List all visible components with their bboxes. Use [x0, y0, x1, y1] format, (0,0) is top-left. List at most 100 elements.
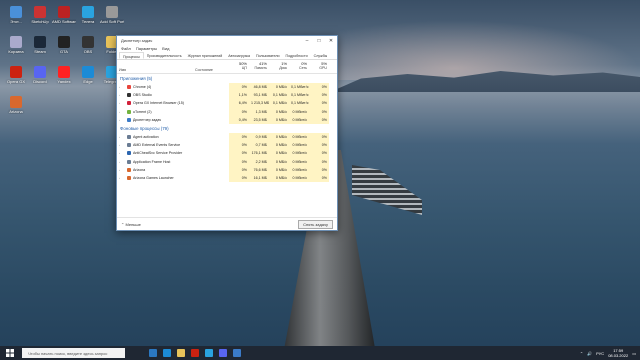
opera-icon[interactable]	[191, 349, 199, 357]
wallpaper-sky-glow	[330, 20, 640, 80]
tab-details[interactable]: Подробности	[283, 52, 311, 59]
header-cpu[interactable]: 50% ЦП	[229, 60, 249, 73]
desktop-icon[interactable]: SketchUp	[28, 6, 52, 24]
language-indicator[interactable]: РУС	[596, 351, 604, 356]
desktop-icon[interactable]: GTA	[52, 36, 76, 54]
process-icon	[127, 117, 131, 122]
expand-icon[interactable]: ›	[119, 85, 123, 89]
menu-file[interactable]: Файл	[121, 46, 131, 51]
desktop-icon[interactable]: Acid Soft Portable	[100, 6, 124, 24]
desktop-icon[interactable]: Этот...	[4, 6, 28, 24]
tab-performance[interactable]: Производительность	[144, 52, 185, 59]
tab-processes[interactable]: Процессы	[119, 52, 144, 59]
app-icon	[58, 36, 70, 48]
header-status[interactable]: Состояние	[193, 60, 229, 73]
desktop-icon[interactable]: Discord	[28, 66, 52, 84]
header-gpu[interactable]: 5% GPU	[309, 60, 329, 73]
tray-up-arrow-icon[interactable]: ⌃	[580, 351, 583, 356]
process-gpu: 0%	[309, 91, 329, 100]
process-disk: 0 МБ/с	[269, 83, 289, 92]
desktop-icon[interactable]: Arizona	[4, 96, 28, 114]
clock[interactable]: 17:59 08.03.2022	[608, 348, 628, 358]
discord-icon[interactable]	[219, 349, 227, 357]
close-icon[interactable]: ✕	[325, 38, 337, 44]
fewer-details-link[interactable]: Меньше	[125, 222, 140, 227]
process-gpu: 0%	[309, 132, 329, 142]
minimize-icon[interactable]: –	[301, 38, 313, 44]
tab-strip: Процессы Производительность Журнал прило…	[117, 52, 337, 60]
expand-icon[interactable]: ›	[119, 143, 123, 147]
desktop-icon[interactable]: Yandex	[52, 66, 76, 84]
process-memory: 2,2 МБ	[249, 157, 269, 166]
taskbar: Чтобы начать поиск, введите здесь запрос…	[0, 346, 640, 360]
desktop-icon[interactable]: Steam	[28, 36, 52, 54]
notifications-icon[interactable]: ▭	[632, 351, 636, 356]
tab-users[interactable]: Пользователи	[253, 52, 282, 59]
expand-icon[interactable]: ›	[119, 93, 123, 97]
process-network: 0 Мбит/с	[289, 149, 309, 158]
desktop-icon[interactable]: OBS	[76, 36, 100, 54]
desktop-icon-label: Discord	[33, 79, 47, 84]
expand-icon[interactable]: ›	[119, 151, 123, 155]
group-apps[interactable]: Приложения (5)	[117, 74, 337, 83]
expand-icon[interactable]: ›	[119, 101, 123, 105]
header-network[interactable]: 0% Сеть	[289, 60, 309, 73]
expand-icon[interactable]: ›	[119, 176, 123, 180]
process-row[interactable]: › OBS Studio 1,1% 93,1 МБ 0,1 МБ/с 0,1 Мбит/с…	[117, 91, 337, 100]
window-titlebar[interactable]: Диспетчер задач – □ ✕	[117, 36, 337, 45]
maximize-icon[interactable]: □	[313, 38, 325, 44]
tab-services[interactable]: Службы	[311, 52, 331, 59]
explorer-icon[interactable]	[177, 349, 185, 357]
task-view-icon[interactable]	[149, 349, 157, 357]
process-disk: 0 МБ/с	[269, 165, 289, 174]
desktop-icon[interactable]: Корзина	[4, 36, 28, 54]
app-icon	[34, 36, 46, 48]
expand-icon[interactable]: ›	[119, 160, 123, 164]
desktop-icon[interactable]: Edge	[76, 66, 100, 84]
process-row[interactable]: › AMD External Events Service 0% 0,7 МБ 0 МБ…	[117, 141, 337, 150]
column-headers: Имя Состояние 50% ЦП 41% Память 1% Диск 0% С…	[117, 60, 337, 74]
desktop-icon[interactable]: Телега	[76, 6, 100, 24]
expand-icon[interactable]: ›	[119, 168, 123, 172]
end-task-button[interactable]: Снять задачу	[298, 219, 333, 229]
process-disk: 0 МБ/с	[269, 157, 289, 166]
header-disk[interactable]: 1% Диск	[269, 60, 289, 73]
process-row[interactable]: › Arizona Games Launcher 0% 16,1 МБ 0 МБ/с 0 …	[117, 173, 337, 183]
process-row[interactable]: › Agent activation 0% 0,9 МБ 0 МБ/с 0 Мбит/с 0…	[117, 132, 337, 142]
app-icon	[82, 66, 94, 78]
fewer-details-icon[interactable]: ⌃	[121, 222, 124, 227]
process-row[interactable]: › Opera GX Internet Browser (15) 6,4% 1 215…	[117, 99, 337, 108]
header-memory[interactable]: 41% Память	[249, 60, 269, 73]
tab-app-history[interactable]: Журнал приложений	[185, 52, 226, 59]
process-row[interactable]: › Диспетчер задач 0,4% 23,5 МБ 0 МБ/с 0 Мбит/…	[117, 115, 337, 124]
header-name[interactable]: Имя	[117, 60, 193, 73]
desktop-icon-label: Yandex	[57, 79, 71, 84]
process-icon	[127, 93, 131, 98]
process-row[interactable]: › Arizona 0% 76,6 МБ 0 МБ/с 0 Мбит/с 0%	[117, 165, 337, 174]
menu-options[interactable]: Параметры	[136, 46, 157, 51]
process-network: 0 Мбит/с	[289, 107, 309, 116]
menu-view[interactable]: Вид	[162, 46, 169, 51]
window-footer: ⌃ Меньше Снять задачу	[117, 217, 337, 230]
taskbar-search-input[interactable]: Чтобы начать поиск, введите здесь запрос	[22, 348, 125, 358]
process-row[interactable]: › AntiCheatSvc Service Provider 0% 176,1 МБ…	[117, 149, 337, 158]
desktop-icon[interactable]: Opera GX	[4, 66, 28, 84]
expand-icon[interactable]: ›	[119, 135, 123, 139]
process-row[interactable]: › Application Frame Host 0% 2,2 МБ 0 МБ/с 0 М…	[117, 157, 337, 166]
app-icon	[34, 6, 46, 18]
volume-icon[interactable]: 🔊	[587, 351, 592, 356]
tab-startup[interactable]: Автозагрузка	[225, 52, 253, 59]
task-manager-window[interactable]: Диспетчер задач – □ ✕ Файл Параметры Вид…	[116, 35, 338, 231]
process-list[interactable]: Приложения (5) › Chrome (4) 0% 46,8 МБ 0 МБ/…	[117, 74, 337, 208]
edge-icon[interactable]	[163, 349, 171, 357]
expand-icon[interactable]: ›	[119, 110, 123, 114]
expand-icon[interactable]: ›	[119, 118, 123, 122]
desktop-icon[interactable]: AMD Software	[52, 6, 76, 24]
process-row[interactable]: › uTorrent (2) 0% 1,3 МБ 0 МБ/с 0 Мбит/с 0%	[117, 107, 337, 116]
task-manager-icon[interactable]	[233, 349, 241, 357]
telegram-icon[interactable]	[205, 349, 213, 357]
group-background[interactable]: Фоновые процессы (79)	[117, 124, 337, 133]
process-row[interactable]: › Chrome (4) 0% 46,8 МБ 0 МБ/с 0,1 Мбит/с 0%	[117, 83, 337, 92]
windows-start-icon[interactable]	[6, 349, 14, 357]
process-network: 0 Мбит/с	[289, 141, 309, 150]
